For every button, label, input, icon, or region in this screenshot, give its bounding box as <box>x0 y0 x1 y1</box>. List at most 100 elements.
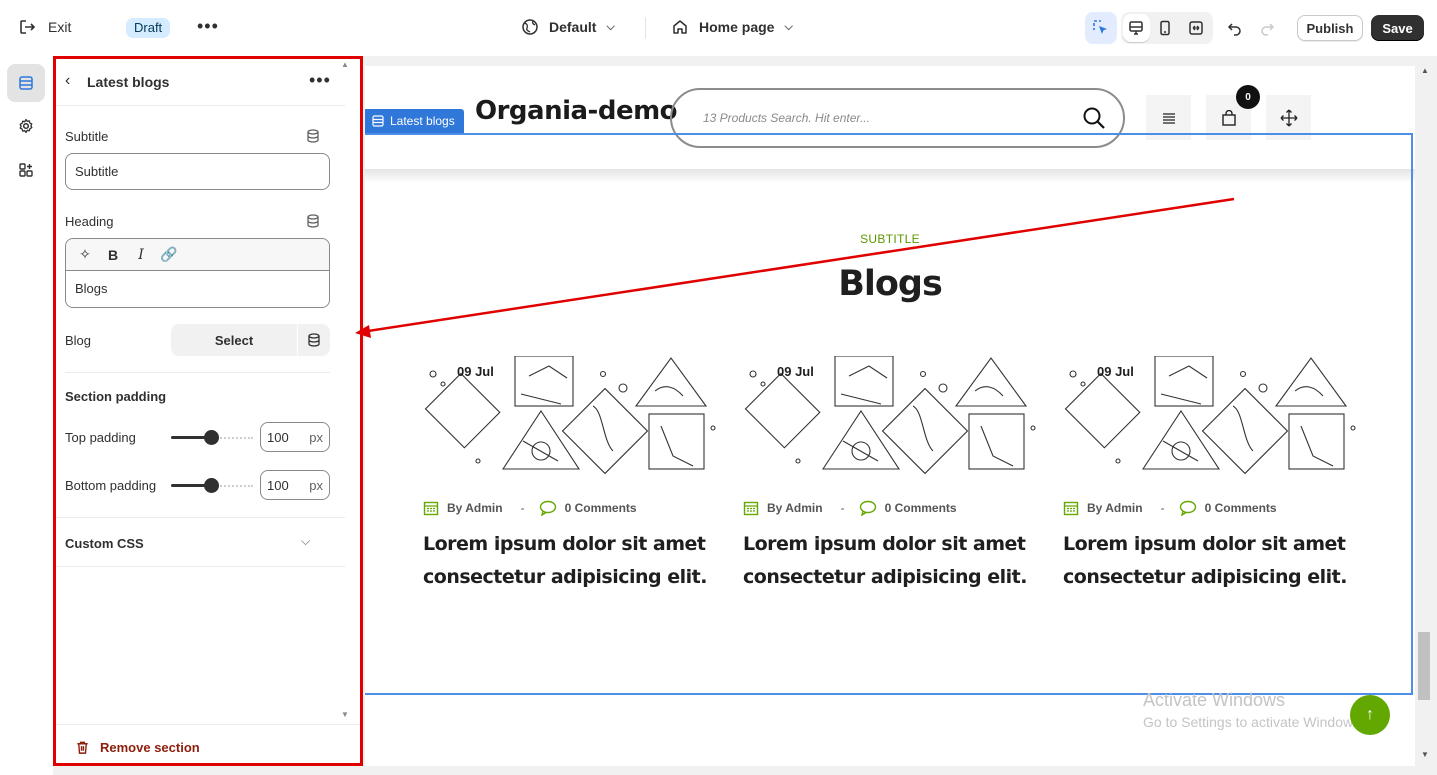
panel-title: Latest blogs <box>87 74 170 90</box>
mobile-view-button[interactable] <box>1150 12 1181 44</box>
top-padding-label: Top padding <box>65 430 136 445</box>
italic-icon[interactable]: I <box>132 247 150 263</box>
scrollbar-thumb[interactable] <box>1418 632 1430 700</box>
divider <box>645 17 646 39</box>
selected-section-label: Latest blogs <box>390 114 455 128</box>
bold-icon[interactable]: B <box>104 247 122 263</box>
trash-icon <box>77 741 88 754</box>
heading-richtext-editor: ✧ B I 🔗 Blogs <box>65 238 330 308</box>
redo-icon <box>1261 23 1275 36</box>
cart-count-badge: 0 <box>1236 85 1260 109</box>
bottom-padding-value: 100 <box>267 477 289 493</box>
mobile-icon <box>1160 20 1170 36</box>
store-search-placeholder: 13 Products Search. Hit enter... <box>703 111 870 125</box>
bottom-padding-input[interactable]: 100 px <box>260 470 330 500</box>
scroll-down-arrow[interactable]: ▼ <box>1421 750 1429 759</box>
menu-icon <box>1162 112 1175 124</box>
scroll-up-arrow[interactable]: ▲ <box>1421 66 1429 75</box>
remove-section-label: Remove section <box>100 740 200 755</box>
custom-css-toggle[interactable]: Custom CSS <box>65 536 144 551</box>
editor-topbar: Exit Draft ••• Default ⌵ Home page ⌵ Pub… <box>0 0 1437 56</box>
top-padding-slider[interactable] <box>171 429 253 445</box>
section-padding-title: Section padding <box>65 389 167 404</box>
save-button[interactable]: Save <box>1371 15 1424 41</box>
back-to-top-button[interactable]: ↑ <box>1350 695 1390 735</box>
slider-thumb[interactable] <box>204 478 219 493</box>
page-select-label: Home page <box>699 19 775 35</box>
redo-button[interactable] <box>1251 12 1283 44</box>
subtitle-label: Subtitle <box>65 129 109 144</box>
chevron-down-icon: ⌵ <box>606 20 615 33</box>
more-icon[interactable]: ••• <box>309 70 331 91</box>
activation-watermark-title: Activate Windows <box>1143 690 1286 710</box>
undo-button[interactable] <box>1219 12 1251 44</box>
editor-rail <box>0 56 53 775</box>
theme-select[interactable]: Default ⌵ <box>521 18 615 36</box>
sections-icon <box>372 115 384 127</box>
richtext-toolbar: ✧ B I 🔗 <box>66 239 329 271</box>
panel-scroll-down[interactable]: ▼ <box>341 710 349 719</box>
exit-label: Exit <box>48 19 72 35</box>
back-icon[interactable]: ‹ <box>65 72 70 90</box>
more-icon[interactable]: ••• <box>197 16 219 37</box>
apps-icon <box>19 163 33 177</box>
database-icon <box>308 333 320 347</box>
top-padding-value: 100 <box>267 429 289 445</box>
bag-icon <box>1221 109 1236 126</box>
chevron-down-icon: ⌵ <box>784 20 793 33</box>
exit-icon <box>20 20 36 34</box>
unit-label: px <box>309 429 323 445</box>
device-switcher <box>1121 12 1213 44</box>
selected-section-tag[interactable]: Latest blogs <box>365 109 464 133</box>
theme-settings-button[interactable] <box>7 107 45 145</box>
divider <box>55 566 345 567</box>
bottom-padding-label: Bottom padding <box>65 478 157 493</box>
link-icon[interactable]: 🔗 <box>160 246 178 263</box>
preview-scrollbar[interactable]: ▲ ▼ <box>1417 66 1431 766</box>
apps-button[interactable] <box>7 151 45 189</box>
unit-label: px <box>309 477 323 493</box>
divider <box>55 517 345 518</box>
publish-button[interactable]: Publish <box>1297 15 1363 41</box>
panel-header: ‹ Latest blogs ••• <box>55 58 345 106</box>
chevron-down-icon[interactable]: ⌵ <box>301 534 310 549</box>
database-icon[interactable] <box>305 128 321 144</box>
status-badge: Draft <box>126 18 171 38</box>
divider <box>55 724 361 725</box>
blog-dynamic-source-button[interactable] <box>298 324 330 356</box>
section-settings-panel: ▲ ‹ Latest blogs ••• Subtitle Subtitle H… <box>55 58 361 764</box>
desktop-icon <box>1129 21 1144 35</box>
selected-section-outline <box>365 133 1413 695</box>
theme-select-label: Default <box>549 19 597 35</box>
sections-icon <box>19 76 33 90</box>
globe-icon <box>522 19 538 35</box>
inspect-icon <box>1093 20 1107 34</box>
search-icon[interactable] <box>1082 106 1106 130</box>
blog-label: Blog <box>65 333 92 348</box>
heading-label: Heading <box>65 214 114 229</box>
subtitle-input[interactable]: Subtitle <box>65 153 330 190</box>
fullwidth-icon <box>1188 21 1203 35</box>
store-logo-text[interactable]: Organia-demo <box>475 96 678 126</box>
sparkle-icon[interactable]: ✧ <box>76 246 94 263</box>
desktop-view-button[interactable] <box>1123 14 1150 42</box>
remove-section-button[interactable]: Remove section <box>75 740 200 755</box>
page-select[interactable]: Home page ⌵ <box>671 18 793 36</box>
sections-button[interactable] <box>7 64 45 102</box>
heading-input[interactable]: Blogs <box>66 271 329 306</box>
bottom-padding-slider[interactable] <box>171 477 253 493</box>
inspect-button[interactable] <box>1085 12 1117 44</box>
fullwidth-view-button[interactable] <box>1180 12 1211 44</box>
storefront-preview: Organia-demo 13 Products Search. Hit ent… <box>365 66 1415 766</box>
top-padding-input[interactable]: 100 px <box>260 422 330 452</box>
exit-button[interactable]: Exit <box>18 18 71 36</box>
database-icon[interactable] <box>305 213 321 229</box>
move-icon <box>1280 109 1297 126</box>
arrow-up-icon: ↑ <box>1366 706 1374 723</box>
divider <box>65 372 330 373</box>
gear-icon <box>19 118 33 134</box>
home-icon <box>673 20 687 34</box>
slider-thumb[interactable] <box>204 430 219 445</box>
blog-select-button[interactable]: Select <box>171 324 297 356</box>
undo-icon <box>1227 23 1241 36</box>
